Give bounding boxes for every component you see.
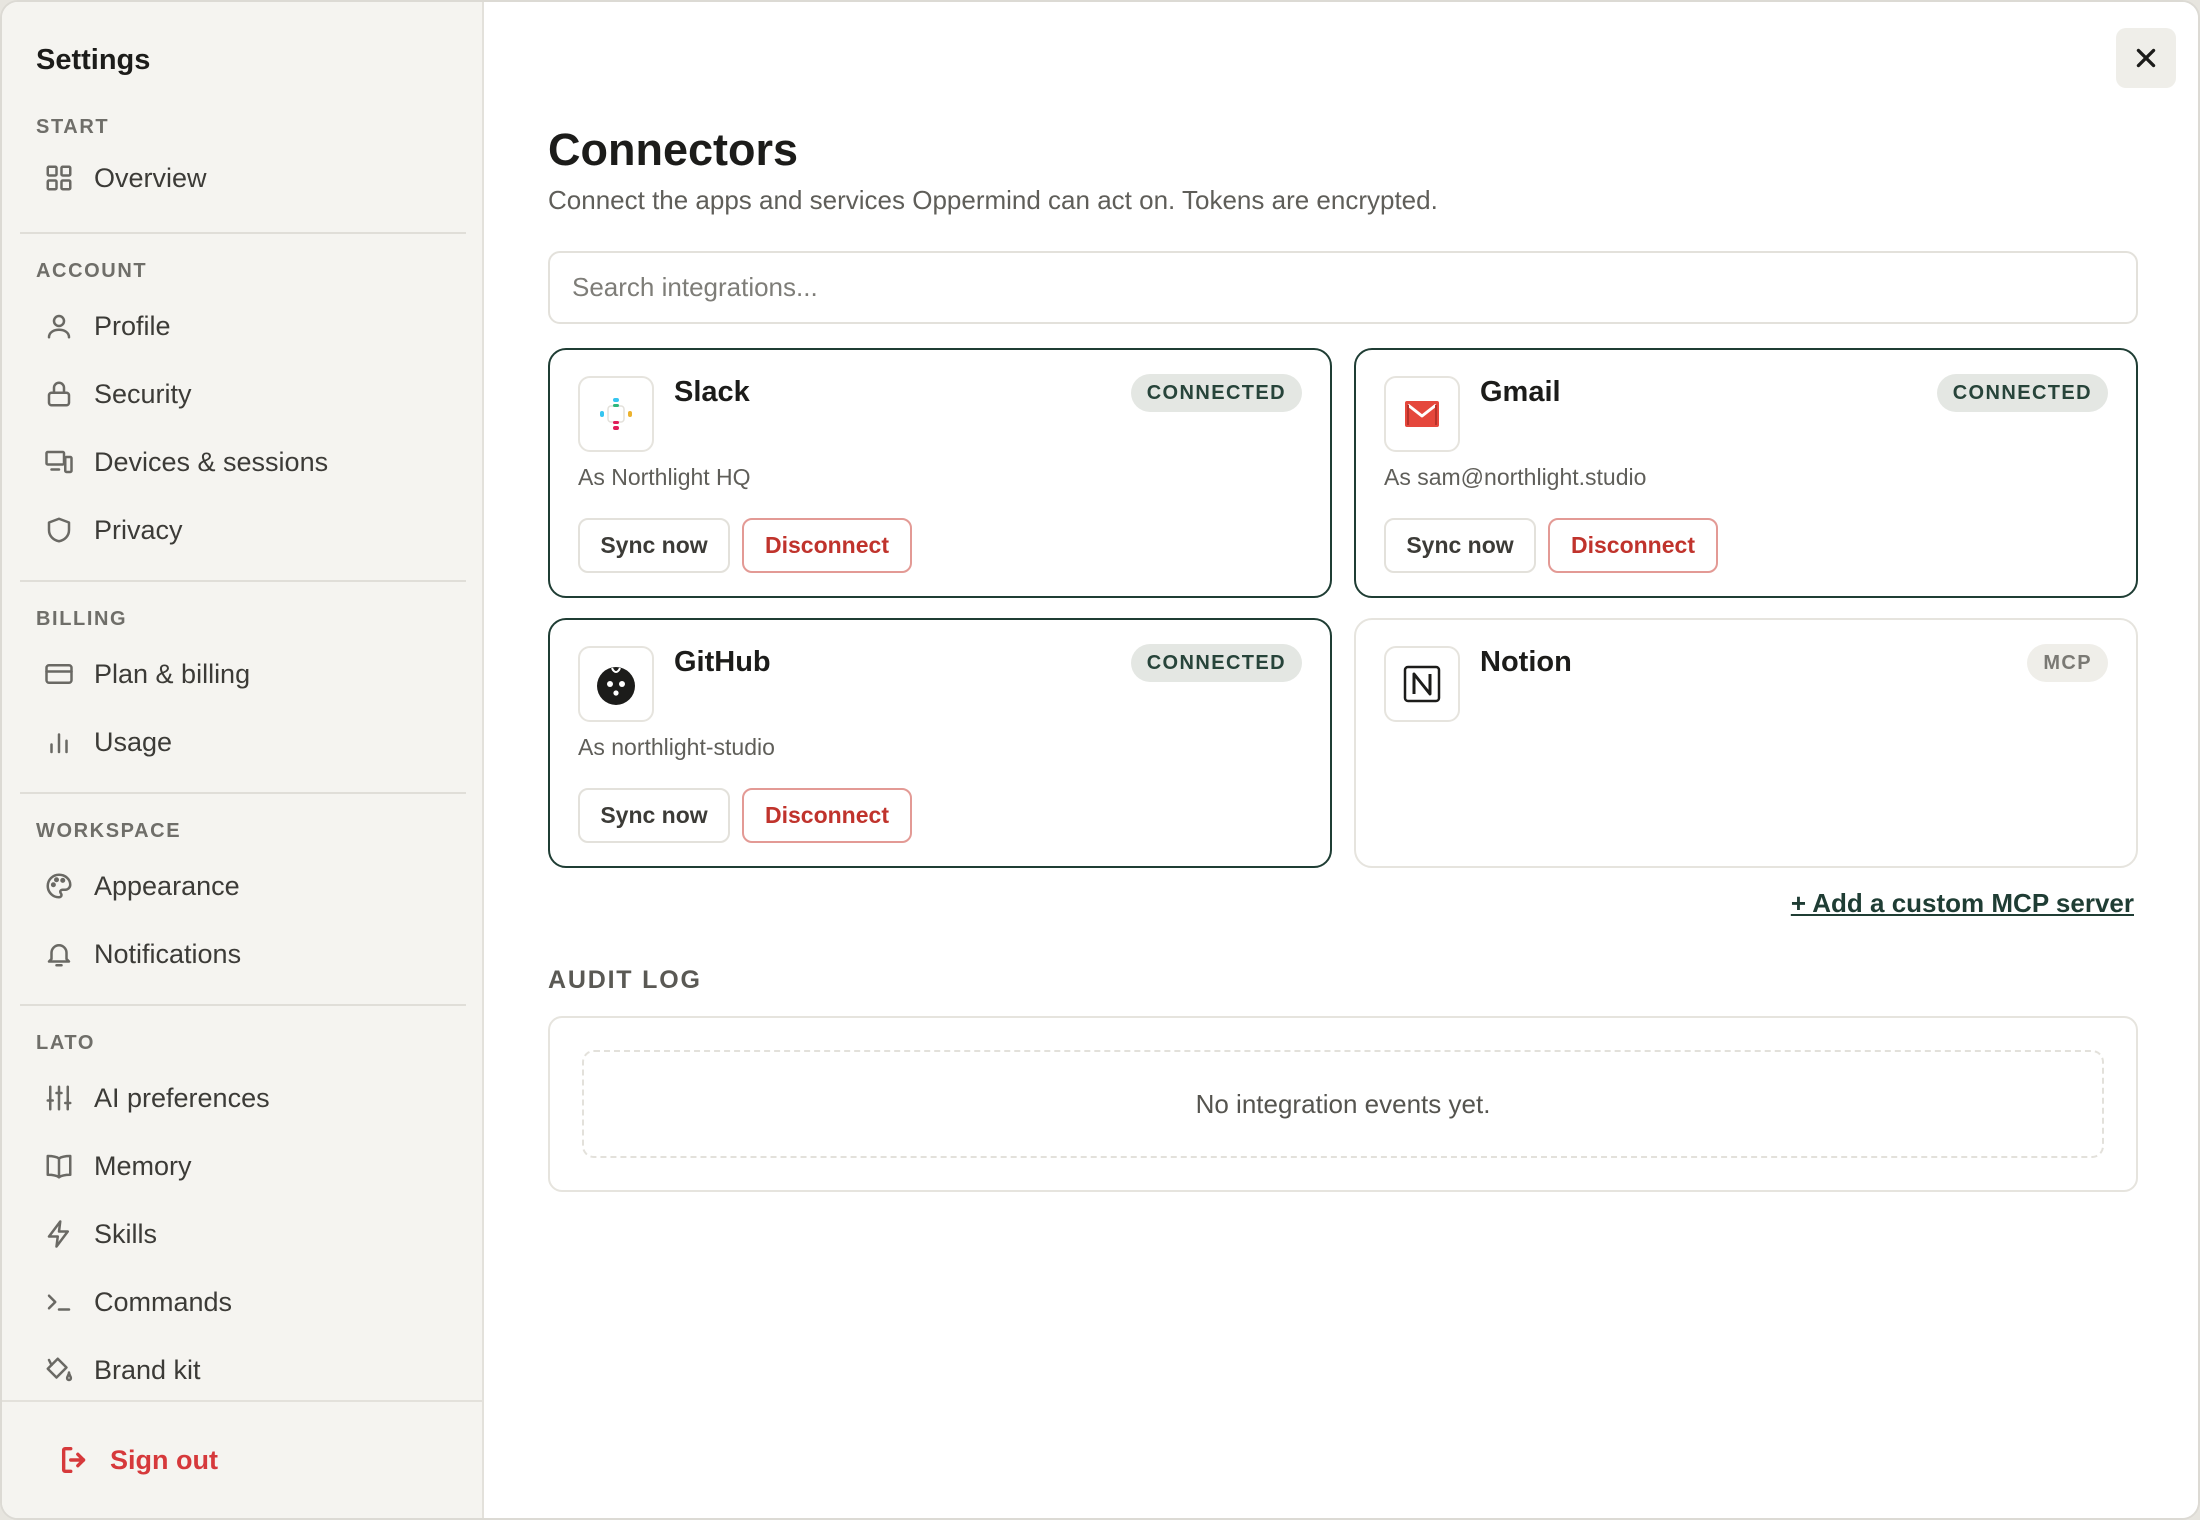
sidebar-footer: Sign out <box>2 1400 482 1518</box>
sync-now-button[interactable]: Sync now <box>578 518 730 573</box>
sidebar-item-label: Devices & sessions <box>94 446 329 477</box>
sidebar-item-commands[interactable]: Commands <box>20 1272 466 1332</box>
connector-name: Slack <box>674 376 750 408</box>
sidebar-item-profile[interactable]: Profile <box>20 296 466 356</box>
connector-card-notion[interactable]: Notion MCP <box>1354 618 2138 868</box>
section-label-billing: BILLING <box>36 608 128 630</box>
sidebar-item-label: Usage <box>94 726 173 757</box>
sidebar-item-memory[interactable]: Memory <box>20 1136 466 1196</box>
sidebar-item-overview[interactable]: Overview <box>20 148 466 208</box>
sidebar-item-label: Profile <box>94 310 171 341</box>
sidebar-item-label: Privacy <box>94 514 183 545</box>
sidebar-item-security[interactable]: Security <box>20 364 466 424</box>
sidebar-item-label: Overview <box>94 162 207 193</box>
page-subtitle: Connect the apps and services Oppermind … <box>548 185 1438 215</box>
section-label-lato: LATO <box>36 1032 95 1054</box>
github-icon <box>578 646 654 722</box>
sidebar-divider <box>20 580 466 582</box>
sidebar-item-notifications[interactable]: Notifications <box>20 924 466 984</box>
connectors-panel: Connectors Connect the apps and services… <box>484 2 2198 1518</box>
connector-account: As northlight-studio <box>578 734 775 760</box>
lock-icon <box>42 377 76 411</box>
book-icon <box>42 1149 76 1183</box>
sidebar-item-label: Commands <box>94 1286 233 1317</box>
sidebar-item-brand-kit[interactable]: Brand kit <box>20 1340 466 1400</box>
sidebar-item-ai-preferences[interactable]: AI preferences <box>20 1068 466 1128</box>
page-title: Connectors <box>548 124 799 175</box>
audit-log-heading: AUDIT LOG <box>548 966 702 994</box>
sidebar-item-plan-billing[interactable]: Plan & billing <box>20 644 466 704</box>
grid-icon <box>42 161 76 195</box>
connector-name: Gmail <box>1480 376 1561 408</box>
connector-card-slack: Slack CONNECTED As Northlight HQ Sync no… <box>548 348 1332 598</box>
sidebar-item-label: Memory <box>94 1150 192 1181</box>
sidebar-item-privacy[interactable]: Privacy <box>20 500 466 560</box>
sidebar-item-usage[interactable]: Usage <box>20 712 466 772</box>
add-custom-mcp-link[interactable]: + Add a custom MCP server <box>1791 888 2134 919</box>
bell-icon <box>42 937 76 971</box>
notion-icon <box>1384 646 1460 722</box>
sign-out-label: Sign out <box>110 1444 218 1475</box>
sidebar-item-appearance[interactable]: Appearance <box>20 856 466 916</box>
section-label-account: ACCOUNT <box>36 260 148 282</box>
lightning-icon <box>42 1217 76 1251</box>
sync-now-button[interactable]: Sync now <box>1384 518 1536 573</box>
connector-account: As sam@northlight.studio <box>1384 464 1647 490</box>
sidebar-item-label: Security <box>94 378 192 409</box>
audit-log-empty-state: No integration events yet. <box>582 1050 2104 1158</box>
sidebar-divider <box>20 792 466 794</box>
devices-icon <box>42 445 76 479</box>
status-badge: MCP <box>2027 644 2108 682</box>
paint-bucket-icon <box>42 1353 76 1387</box>
sidebar-nav[interactable]: Settings START Overview ACCOUNT Profile … <box>2 2 482 1400</box>
sign-out-button[interactable]: Sign out <box>40 1430 280 1490</box>
settings-sidebar: Settings START Overview ACCOUNT Profile … <box>2 2 484 1518</box>
section-label-start: START <box>36 116 110 138</box>
sidebar-divider <box>20 232 466 234</box>
logout-icon <box>61 1446 86 1474</box>
section-label-workspace: WORKSPACE <box>36 820 182 842</box>
sliders-icon <box>42 1081 76 1115</box>
close-button[interactable] <box>2116 28 2176 88</box>
disconnect-button[interactable]: Disconnect <box>742 518 912 573</box>
credit-card-icon <box>42 657 76 691</box>
status-badge: CONNECTED <box>1130 374 1302 412</box>
slack-icon <box>578 376 654 452</box>
close-icon <box>2136 48 2156 68</box>
audit-log-panel: No integration events yet. <box>548 1016 2138 1192</box>
sidebar-item-skills[interactable]: Skills <box>20 1204 466 1264</box>
disconnect-button[interactable]: Disconnect <box>1548 518 1718 573</box>
sidebar-item-label: Plan & billing <box>94 658 251 689</box>
user-icon <box>42 309 76 343</box>
connector-account: As Northlight HQ <box>578 464 751 490</box>
search-input[interactable] <box>548 251 2138 324</box>
connector-name: GitHub <box>674 646 771 678</box>
settings-window: Settings START Overview ACCOUNT Profile … <box>0 0 2200 1520</box>
sync-now-button[interactable]: Sync now <box>578 788 730 843</box>
sidebar-item-label: Skills <box>94 1218 158 1249</box>
sidebar-item-label: Notifications <box>94 938 242 969</box>
sidebar-item-devices[interactable]: Devices & sessions <box>20 432 466 492</box>
sidebar-title: Settings <box>36 44 151 76</box>
sidebar-item-label: Brand kit <box>94 1354 201 1385</box>
bar-chart-icon <box>42 725 76 759</box>
status-badge: CONNECTED <box>1936 374 2108 412</box>
status-badge: CONNECTED <box>1130 644 1302 682</box>
palette-icon <box>42 869 76 903</box>
gmail-icon <box>1384 376 1460 452</box>
disconnect-button[interactable]: Disconnect <box>742 788 912 843</box>
connector-card-github: GitHub CONNECTED As northlight-studio Sy… <box>548 618 1332 868</box>
sidebar-item-label: AI preferences <box>94 1082 270 1113</box>
shield-icon <box>42 513 76 547</box>
sidebar-item-label: Appearance <box>94 870 240 901</box>
sidebar-divider <box>20 1004 466 1006</box>
connector-card-gmail: Gmail CONNECTED As sam@northlight.studio… <box>1354 348 2138 598</box>
connector-name: Notion <box>1480 646 1572 678</box>
terminal-icon <box>42 1285 76 1319</box>
